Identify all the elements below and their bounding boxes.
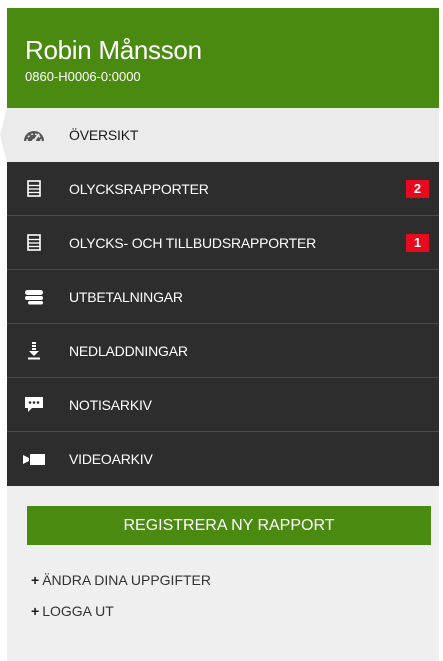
register-report-button[interactable]: REGISTRERA NY RAPPORT xyxy=(27,506,431,545)
link-label: LOGGA UT xyxy=(42,603,114,619)
coins-icon xyxy=(23,286,45,308)
count-badge: 1 xyxy=(406,233,429,252)
nav-label: OLYCKSRAPPORTER xyxy=(69,180,209,197)
sidebar-nav: ÖVERSIKT OLYCKSRAPPORTER 2 OLYCKS- OCH T… xyxy=(0,108,439,486)
user-header: Robin Månsson 0860-H0006-0:0000 xyxy=(7,8,439,108)
nav-item-utbetalningar[interactable]: UTBETALNINGAR xyxy=(7,270,439,324)
edit-details-link[interactable]: + ÄNDRA DINA UPPGIFTER xyxy=(31,565,439,596)
nav-label: VIDEOARKIV xyxy=(69,451,153,467)
nav-item-olycksrapporter[interactable]: OLYCKSRAPPORTER 2 xyxy=(7,162,439,216)
nav-item-nedladdningar[interactable]: NEDLADDNINGAR xyxy=(7,324,439,378)
nav-label: NEDLADDNINGAR xyxy=(69,342,188,359)
count-badge: 2 xyxy=(406,179,429,198)
nav-label: OLYCKS- OCH TILLBUDSRAPPORTER xyxy=(69,234,317,251)
plus-icon: + xyxy=(31,572,40,588)
nav-item-notisarkiv[interactable]: NOTISARKIV xyxy=(7,378,439,432)
nav-item-olycks-och-tillbudsrapporter[interactable]: OLYCKS- OCH TILLBUDSRAPPORTER 1 xyxy=(7,216,439,270)
user-id: 0860-H0006-0:0000 xyxy=(25,69,141,84)
document-list-icon xyxy=(23,232,45,254)
sidebar-panel: Robin Månsson 0860-H0006-0:0000 ÖVERSIKT xyxy=(0,8,439,661)
logout-link[interactable]: + LOGGA UT xyxy=(31,596,439,627)
plus-icon: + xyxy=(31,603,40,619)
nav-item-oversikt[interactable]: ÖVERSIKT xyxy=(0,108,439,162)
speedometer-icon xyxy=(23,124,45,146)
video-camera-icon xyxy=(23,448,45,470)
nav-item-videoarkiv[interactable]: VIDEOARKIV xyxy=(7,432,439,486)
document-list-icon xyxy=(23,178,45,200)
nav-label: NOTISARKIV xyxy=(69,396,152,413)
nav-label: UTBETALNINGAR xyxy=(69,288,183,305)
nav-label: ÖVERSIKT xyxy=(69,126,139,143)
download-icon xyxy=(23,340,45,362)
user-name: Robin Månsson xyxy=(25,35,202,65)
account-links: + ÄNDRA DINA UPPGIFTER + LOGGA UT xyxy=(7,565,439,627)
chat-icon xyxy=(23,394,45,416)
link-label: ÄNDRA DINA UPPGIFTER xyxy=(42,572,211,588)
